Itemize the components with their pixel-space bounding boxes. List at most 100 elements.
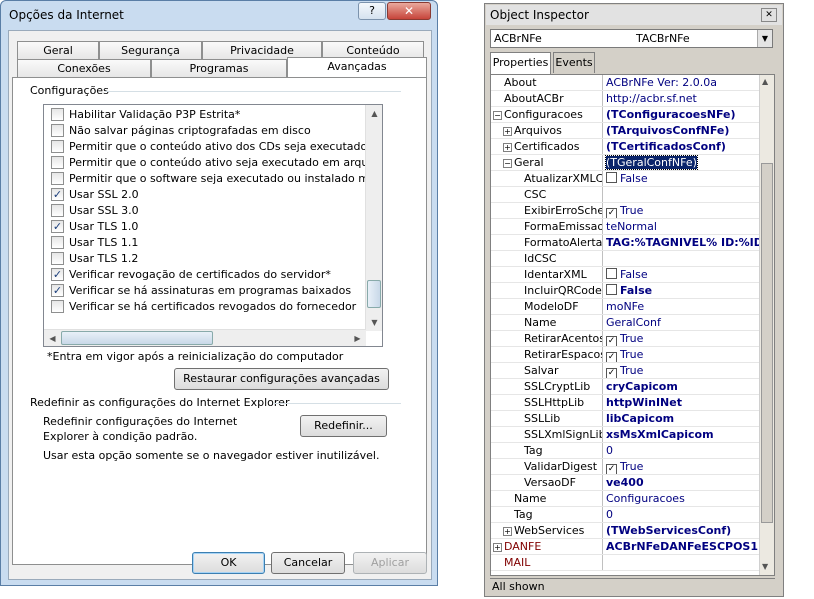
inspector-close-button[interactable]: ✕ — [761, 8, 777, 22]
checked-checkbox-icon[interactable]: ✓ — [51, 220, 64, 233]
help-button[interactable]: ? — [358, 2, 386, 20]
checkbox-icon[interactable] — [606, 172, 617, 183]
property-row[interactable]: FormatoAlerta TAG:%TAGNIVEL% ID:%ID — [491, 235, 760, 251]
property-value-cell[interactable]: TAG:%TAGNIVEL% ID:%ID — [604, 235, 760, 250]
collapse-icon[interactable]: − — [493, 111, 502, 120]
property-row[interactable]: Tag 0 — [491, 507, 760, 523]
checked-checkbox-icon[interactable]: ✓ — [606, 368, 617, 378]
property-row[interactable]: MAIL — [491, 555, 760, 571]
property-row[interactable]: + Certificados (TCertificadosConf) — [491, 139, 760, 155]
property-row[interactable]: Name GeralConf — [491, 315, 760, 331]
checkbox-icon[interactable] — [51, 140, 64, 153]
checkbox-icon[interactable] — [51, 172, 64, 185]
property-value-cell[interactable]: 0 — [604, 507, 760, 522]
component-selector[interactable]: ACBrNFe TACBrNFe ▼ — [490, 29, 773, 48]
reset-button[interactable]: Redefinir... — [300, 415, 387, 437]
property-row[interactable]: Tag 0 — [491, 443, 760, 459]
checked-checkbox-icon[interactable]: ✓ — [606, 352, 617, 362]
checked-checkbox-icon[interactable]: ✓ — [51, 188, 64, 201]
tab-avancadas[interactable]: Avançadas — [287, 57, 427, 77]
property-row[interactable]: RetirarAcentos ✓ True — [491, 331, 760, 347]
expand-icon[interactable]: + — [503, 143, 512, 152]
property-value-cell[interactable]: httpWinINet — [604, 395, 760, 410]
grid-scroll-thumb[interactable] — [761, 163, 773, 523]
property-value-cell[interactable]: False — [604, 171, 760, 186]
grid-scroll-down-icon[interactable]: ▼ — [762, 562, 768, 571]
property-value-cell[interactable] — [604, 251, 760, 266]
property-row[interactable]: + Arquivos (TArquivosConfNFe) — [491, 123, 760, 139]
property-value-cell[interactable]: 0 — [604, 443, 760, 458]
setting-item[interactable]: Usar TLS 1.2 — [51, 252, 138, 266]
tab-seguranca[interactable]: Segurança — [99, 41, 202, 59]
horizontal-scrollbar[interactable]: ◀ ▶ — [44, 329, 366, 346]
setting-item[interactable]: Usar SSL 3.0 — [51, 204, 139, 218]
setting-item[interactable]: ✓ Verificar se há assinaturas em programa… — [51, 284, 351, 298]
property-row[interactable]: SSLHttpLib httpWinINet — [491, 395, 760, 411]
property-grid-scrollbar[interactable]: ▲ ▼ — [759, 75, 774, 575]
property-value-cell[interactable]: xsMsXmlCapicom — [604, 427, 760, 442]
tab-programas[interactable]: Programas — [151, 59, 287, 77]
property-value-cell[interactable]: ✓ True — [604, 347, 760, 362]
tab-properties[interactable]: Properties — [490, 52, 551, 74]
property-value-cell[interactable]: (TGeralConfNFe) — [604, 155, 760, 170]
checked-checkbox-icon[interactable]: ✓ — [606, 336, 617, 346]
property-value-cell[interactable]: GeralConf — [604, 315, 760, 330]
checkbox-icon[interactable] — [51, 300, 64, 313]
property-row[interactable]: SSLLib libCapicom — [491, 411, 760, 427]
property-row[interactable]: RetirarEspacos ✓ True — [491, 347, 760, 363]
horizontal-scroll-thumb[interactable] — [61, 331, 213, 345]
property-value-cell[interactable] — [604, 555, 760, 570]
vertical-scroll-thumb[interactable] — [367, 280, 381, 308]
checked-checkbox-icon[interactable]: ✓ — [51, 268, 64, 281]
setting-item[interactable]: Habilitar Validação P3P Estrita* — [51, 108, 240, 122]
property-value-cell[interactable] — [604, 187, 760, 202]
property-row[interactable]: + WebServices (TWebServicesConf) — [491, 523, 760, 539]
property-row[interactable]: ValidarDigest ✓ True — [491, 459, 760, 475]
property-row[interactable]: + DANFE ACBrNFeDANFeESCPOS1 — [491, 539, 760, 555]
checked-checkbox-icon[interactable]: ✓ — [606, 208, 617, 218]
scroll-right-arrow-icon[interactable]: ▶ — [349, 330, 366, 346]
tab-geral[interactable]: Geral — [17, 41, 99, 59]
restore-advanced-settings-button[interactable]: Restaurar configurações avançadas — [174, 368, 389, 390]
settings-listbox[interactable]: Habilitar Validação P3P Estrita* Não salv… — [43, 104, 383, 347]
property-row[interactable]: CSC — [491, 187, 760, 203]
ok-button[interactable]: OK — [192, 552, 265, 574]
property-row[interactable]: VersaoDF ve400 — [491, 475, 760, 491]
setting-item[interactable]: Permitir que o conteúdo ativo seja execu… — [51, 156, 382, 170]
checkbox-icon[interactable] — [51, 124, 64, 137]
property-row[interactable]: IdentarXML False — [491, 267, 760, 283]
property-grid[interactable]: About ACBrNFe Ver: 2.0.0a AboutACBr http://… — [490, 74, 775, 576]
grid-scroll-up-icon[interactable]: ▲ — [762, 77, 768, 86]
property-row[interactable]: Salvar ✓ True — [491, 363, 760, 379]
property-row[interactable]: SSLXmlSignLib xsMsXmlCapicom — [491, 427, 760, 443]
setting-item[interactable]: ✓ Usar TLS 1.0 — [51, 220, 138, 234]
property-value-cell[interactable]: ve400 — [604, 475, 760, 490]
setting-item[interactable]: Permitir que o software seja executado o… — [51, 172, 382, 186]
checkbox-icon[interactable] — [51, 156, 64, 169]
chevron-down-icon[interactable]: ▼ — [757, 30, 772, 47]
property-value-cell[interactable]: ACBrNFeDANFeESCPOS1 — [604, 539, 760, 554]
setting-item[interactable]: Usar TLS 1.1 — [51, 236, 138, 250]
property-row[interactable]: About ACBrNFe Ver: 2.0.0a — [491, 75, 760, 91]
property-value-cell[interactable]: cryCapicom — [604, 379, 760, 394]
property-row[interactable]: SSLCryptLib cryCapicom — [491, 379, 760, 395]
expand-icon[interactable]: + — [503, 127, 512, 136]
tab-conexoes[interactable]: Conexões — [17, 59, 151, 77]
property-row[interactable]: IncluirQRCodeX False — [491, 283, 760, 299]
setting-item[interactable]: Não salvar páginas criptografadas em dis… — [51, 124, 311, 138]
property-row[interactable]: − Geral (TGeralConfNFe) — [491, 155, 760, 171]
property-value-cell[interactable]: ACBrNFe Ver: 2.0.0a — [604, 75, 760, 90]
cancel-button[interactable]: Cancelar — [271, 552, 345, 574]
expand-icon[interactable]: + — [493, 543, 502, 552]
checkbox-icon[interactable] — [51, 252, 64, 265]
setting-item[interactable]: ✓ Verificar revogação de certificados do … — [51, 268, 331, 282]
expand-icon[interactable]: + — [503, 527, 512, 536]
checkbox-icon[interactable] — [606, 284, 617, 295]
property-row[interactable]: AtualizarXMLCar False — [491, 171, 760, 187]
apply-button[interactable]: Aplicar — [353, 552, 427, 574]
property-row[interactable]: AboutACBr http://acbr.sf.net — [491, 91, 760, 107]
property-value-cell[interactable]: ✓ True — [604, 459, 760, 474]
property-row[interactable]: − Configuracoes (TConfiguracoesNFe) — [491, 107, 760, 123]
property-value-cell[interactable]: (TConfiguracoesNFe) — [604, 107, 760, 122]
property-value-cell[interactable]: teNormal — [604, 219, 760, 234]
